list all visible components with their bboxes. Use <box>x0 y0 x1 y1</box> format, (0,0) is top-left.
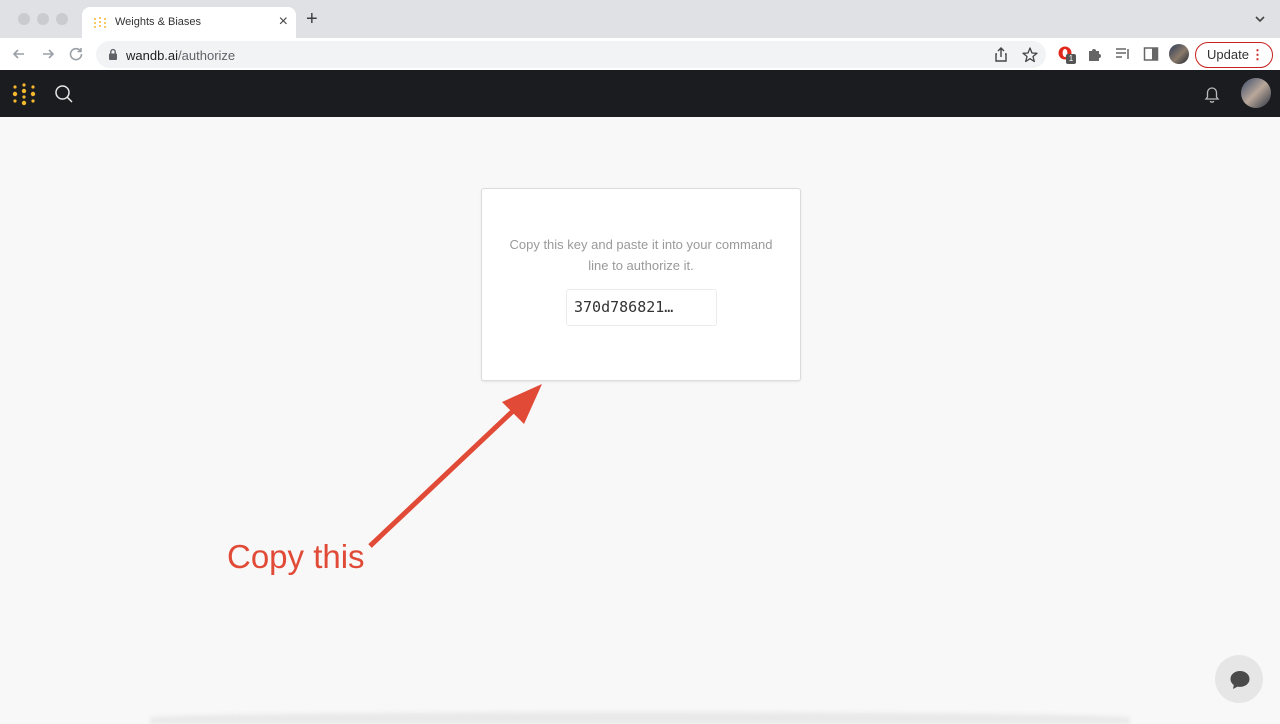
window-minimize-light[interactable] <box>37 13 49 25</box>
more-menu-icon[interactable]: ⋮ <box>1251 43 1264 67</box>
url-host: wandb.ai <box>126 48 179 63</box>
extension-badge: 1 <box>1066 54 1076 64</box>
bottom-panel-shadow <box>150 712 1130 724</box>
share-icon[interactable] <box>992 46 1010 64</box>
chat-button[interactable] <box>1215 655 1263 703</box>
star-icon[interactable] <box>1021 46 1039 64</box>
forward-icon[interactable] <box>37 43 59 65</box>
app-header <box>0 70 1280 117</box>
tab-strip: Weights & Biases × + <box>0 0 1280 38</box>
bell-icon[interactable] <box>1202 84 1222 104</box>
api-key-field[interactable]: 370d786821… <box>566 289 717 326</box>
extension-icon[interactable]: 1 <box>1057 45 1076 64</box>
window-close-light[interactable] <box>18 13 30 25</box>
profile-avatar[interactable] <box>1169 44 1189 64</box>
chat-icon <box>1230 671 1250 689</box>
url-path: /authorize <box>178 48 236 63</box>
side-panel-icon[interactable] <box>1142 45 1160 63</box>
window-zoom-light[interactable] <box>56 13 68 25</box>
address-bar[interactable]: wandb.ai/authorize <box>96 41 1046 68</box>
browser-tab[interactable]: Weights & Biases × <box>82 7 296 38</box>
tab-close-icon[interactable]: × <box>279 12 288 32</box>
search-icon[interactable] <box>54 84 74 104</box>
annotation-arrow <box>368 384 542 548</box>
update-button[interactable]: Update ⋮ <box>1195 42 1273 68</box>
wandb-favicon-icon <box>94 17 106 28</box>
authorize-card: Copy this key and paste it into your com… <box>481 188 801 381</box>
reading-list-icon[interactable] <box>1114 45 1132 63</box>
browser-toolbar: wandb.ai/authorize 1 Update ⋮ <box>0 38 1280 70</box>
puzzle-icon[interactable] <box>1086 45 1104 63</box>
url-text[interactable]: wandb.ai/authorize <box>126 48 235 63</box>
update-label: Update <box>1207 47 1249 62</box>
annotation-label: Copy this <box>227 538 365 575</box>
tab-title: Weights & Biases <box>115 16 202 28</box>
chevron-down-icon[interactable] <box>1254 13 1266 25</box>
avatar[interactable] <box>1241 78 1271 108</box>
wandb-logo-icon[interactable] <box>12 82 36 106</box>
lock-icon[interactable] <box>108 48 118 61</box>
instructions-text: Copy this key and paste it into your com… <box>509 237 773 273</box>
back-icon[interactable] <box>8 43 30 65</box>
new-tab-button[interactable]: + <box>306 9 318 29</box>
reload-icon[interactable] <box>65 43 87 65</box>
